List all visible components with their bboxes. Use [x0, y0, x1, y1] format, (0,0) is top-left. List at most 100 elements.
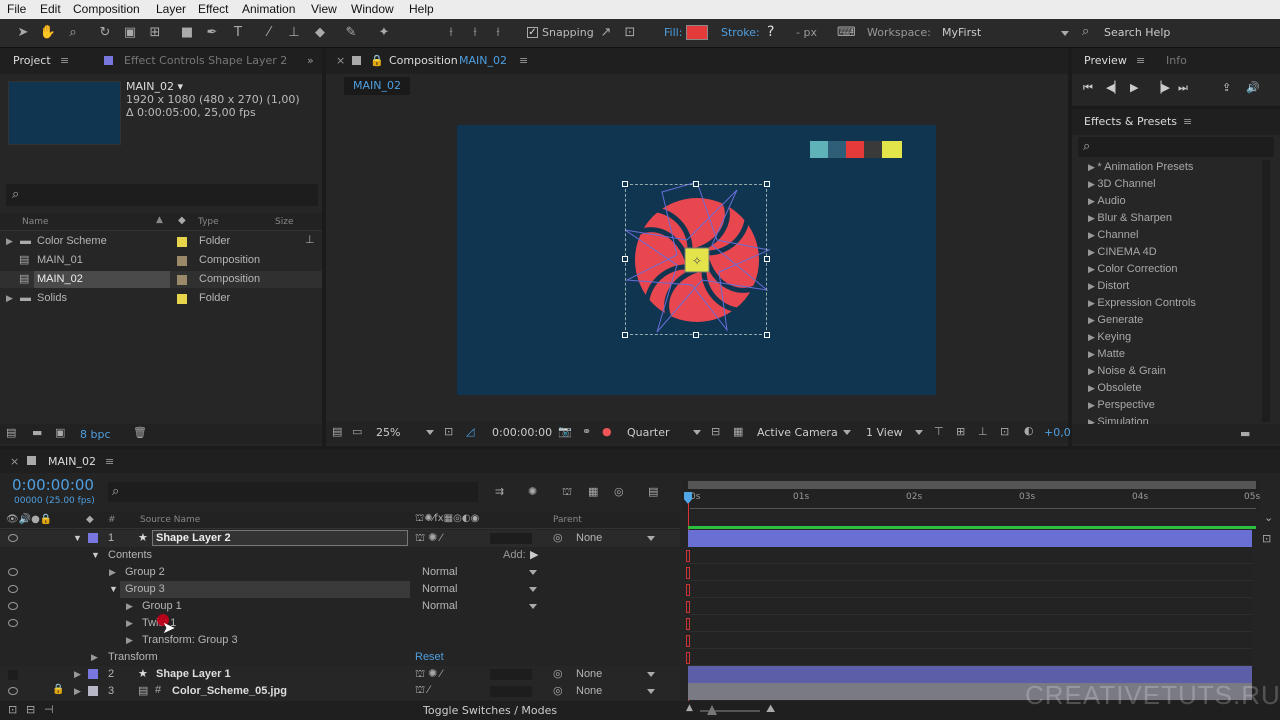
keyframe-marker[interactable] — [686, 635, 690, 647]
label-col-icon[interactable]: ◆ — [86, 514, 94, 525]
fill-label[interactable]: Fill: — [664, 26, 682, 39]
panel-menu-icon[interactable]: ≡ — [1183, 115, 1192, 128]
comp-mini-flowchart-icon[interactable]: ⇉ — [495, 485, 504, 498]
property-group-1[interactable]: ▶ Group 1 Normal — [0, 598, 680, 615]
search-help-input[interactable]: Search Help — [1104, 26, 1170, 39]
eraser-tool-icon[interactable]: ◆ — [311, 24, 329, 42]
menu-window[interactable]: Window — [351, 2, 394, 16]
effect-category[interactable]: ▶ Generate — [1088, 314, 1143, 326]
col-number[interactable]: # — [108, 515, 116, 525]
label-color[interactable] — [177, 294, 187, 304]
in-out-icon[interactable]: ⊣ — [44, 703, 54, 716]
eye-icon[interactable] — [8, 619, 18, 627]
brush-settings-icon[interactable]: ⌨ — [837, 24, 856, 42]
col-size[interactable]: Size — [275, 217, 293, 227]
puppet-pin-tool-icon[interactable]: ✦ — [375, 24, 393, 42]
effect-category[interactable]: ▶ 3D Channel — [1088, 178, 1156, 190]
add-label[interactable]: Add: — [503, 549, 526, 561]
graph-editor-icon[interactable]: ▤ — [648, 485, 658, 498]
panel-menu-icon[interactable]: ≡ — [60, 54, 69, 67]
keyframe-marker[interactable] — [686, 584, 690, 596]
effect-category[interactable]: ▶ CINEMA 4D — [1088, 246, 1157, 258]
views-dropdown-icon[interactable] — [915, 430, 923, 435]
stroke-label[interactable]: Stroke: — [721, 26, 760, 39]
col-source-name[interactable]: Source Name — [140, 515, 200, 525]
expand-arrow-icon[interactable]: ▶ — [1088, 179, 1097, 189]
expand-arrow-icon[interactable]: ▶ — [126, 618, 133, 629]
project-item-selected[interactable]: ▤ MAIN_02 Composition — [0, 271, 322, 288]
frame-blending-icon[interactable]: ▦ — [588, 485, 598, 498]
blend-mode-select[interactable]: Normal — [422, 583, 457, 595]
effects-search-input[interactable] — [1078, 137, 1274, 157]
blend-mode-dropdown-icon[interactable] — [529, 570, 537, 575]
stroke-width[interactable]: - px — [796, 26, 817, 39]
quality-select[interactable]: Quarter — [627, 426, 670, 439]
snap-option2-icon[interactable]: ⊡ — [621, 24, 639, 42]
interpret-footage-icon[interactable]: ▤ — [6, 426, 16, 439]
snapshot-icon[interactable]: 📷 — [558, 425, 572, 438]
layer-bar[interactable] — [688, 530, 1252, 547]
close-icon[interactable]: × — [336, 54, 345, 67]
roto-brush-tool-icon[interactable]: ✎ — [342, 24, 360, 42]
new-comp-icon[interactable]: ▣ — [55, 426, 65, 439]
exposure-icon[interactable]: ◐ — [1024, 424, 1034, 437]
align2-icon[interactable]: ⟊ — [466, 24, 484, 42]
bbox-handle[interactable] — [764, 181, 770, 187]
tab-info[interactable]: Info — [1166, 54, 1187, 67]
parent-select[interactable]: None — [576, 685, 602, 697]
lock-icon[interactable]: 🔒 — [370, 54, 384, 67]
label-color[interactable] — [88, 686, 98, 696]
effect-category[interactable]: ▶ Obsolete — [1088, 382, 1141, 394]
expand-arrow-icon[interactable]: ▶ — [6, 236, 13, 247]
property-group-3[interactable]: ▼ Group 3 Normal — [0, 581, 680, 598]
pickwhip-icon[interactable]: ◎ — [553, 684, 563, 697]
clone-stamp-tool-icon[interactable]: ⊥ — [285, 24, 303, 42]
layer-switches-icon[interactable]: ⊡ — [8, 703, 17, 716]
bbox-handle[interactable] — [622, 256, 628, 262]
workspace-select[interactable]: MyFirst — [942, 26, 981, 39]
blend-mode-dropdown-icon[interactable] — [529, 604, 537, 609]
next-frame-icon[interactable]: ▕▶ — [1153, 81, 1170, 94]
bbox-handle[interactable] — [764, 256, 770, 262]
expand-arrow-icon[interactable]: ▶ — [1088, 349, 1097, 359]
keyframe-marker[interactable] — [686, 567, 690, 579]
bbox-handle[interactable] — [693, 332, 699, 338]
menu-animation[interactable]: Animation — [242, 2, 295, 16]
col-name[interactable]: Name — [22, 217, 49, 227]
rectangle-tool-icon[interactable]: ■ — [178, 24, 196, 42]
stroke-swatch[interactable]: ? — [767, 24, 774, 40]
layer-name[interactable]: Color_Scheme_05.jpg — [172, 685, 287, 697]
tab-composition-label[interactable]: Composition — [389, 54, 458, 67]
safe-area-icon[interactable]: ⊡ — [444, 425, 453, 438]
eye-icon[interactable] — [8, 568, 18, 576]
label-col-icon[interactable]: ◆ — [178, 215, 186, 226]
parent-dropdown-icon[interactable] — [647, 689, 655, 694]
new-folder-icon[interactable]: ▬ — [32, 426, 42, 439]
label-color[interactable] — [88, 669, 98, 679]
work-area-bar[interactable] — [688, 481, 1256, 489]
brush-tool-icon[interactable]: ⁄ — [260, 24, 278, 42]
effect-category[interactable]: ▶ Noise & Grain — [1088, 365, 1166, 377]
camera-dropdown-icon[interactable] — [843, 430, 851, 435]
effect-category[interactable]: ▶ Color Correction — [1088, 263, 1178, 275]
panel-menu-icon[interactable]: ≡ — [105, 455, 114, 468]
project-item[interactable]: ▶ ▬ Solids Folder — [0, 290, 322, 307]
project-item[interactable]: ▤ MAIN_01 Composition — [0, 252, 322, 269]
effects-scrollbar[interactable] — [1262, 160, 1270, 422]
text-tool-icon[interactable]: T — [229, 24, 247, 42]
effect-category[interactable]: ▶ Blur & Sharpen — [1088, 212, 1172, 224]
layer-name[interactable]: Shape Layer 1 — [156, 668, 231, 680]
camera-tool-icon[interactable]: ▣ — [121, 24, 139, 42]
pickwhip-icon[interactable]: ◎ — [553, 531, 563, 544]
shy-switch-icon[interactable]: ⛫ ✺ ⁄ — [415, 531, 442, 546]
effect-category[interactable]: ▶ Audio — [1088, 195, 1126, 207]
region-of-interest-icon[interactable]: ⊟ — [711, 425, 720, 438]
keyframe-marker[interactable] — [686, 601, 690, 613]
play-icon[interactable]: ▶ — [1130, 81, 1138, 94]
expand-arrow-icon[interactable]: ▶ — [1088, 162, 1097, 172]
current-time[interactable]: 0:00:00:00 — [492, 426, 552, 439]
layer-row-shape-layer-2[interactable]: ▼ 1 ★ Shape Layer 2 ⛫ ✺ ⁄ ◎ None — [0, 530, 680, 547]
expand-arrow-icon[interactable]: ▶ — [1088, 383, 1097, 393]
col-type[interactable]: Type — [198, 217, 219, 227]
switch-boxes[interactable] — [490, 669, 532, 680]
